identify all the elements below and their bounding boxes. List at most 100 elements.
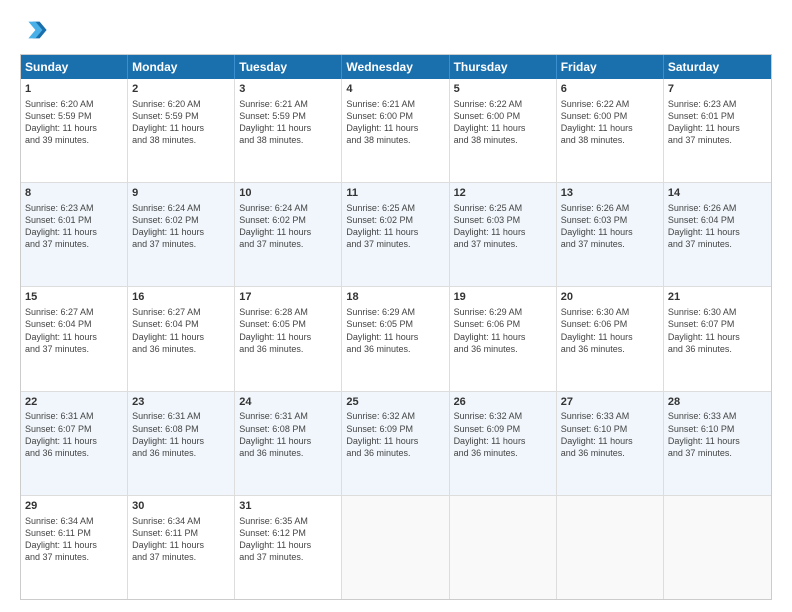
day-number: 26 [454, 395, 552, 410]
calendar-cell: 6Sunrise: 6:22 AM Sunset: 6:00 PM Daylig… [557, 79, 664, 182]
day-number: 6 [561, 82, 659, 97]
calendar-cell: 20Sunrise: 6:30 AM Sunset: 6:06 PM Dayli… [557, 287, 664, 390]
day-number: 4 [346, 82, 444, 97]
calendar-header-cell: Monday [128, 55, 235, 79]
day-info: Sunrise: 6:34 AM Sunset: 6:11 PM Dayligh… [25, 515, 123, 564]
day-number: 21 [668, 290, 767, 305]
calendar-cell [557, 496, 664, 599]
day-info: Sunrise: 6:26 AM Sunset: 6:03 PM Dayligh… [561, 202, 659, 251]
day-info: Sunrise: 6:35 AM Sunset: 6:12 PM Dayligh… [239, 515, 337, 564]
calendar-cell: 10Sunrise: 6:24 AM Sunset: 6:02 PM Dayli… [235, 183, 342, 286]
calendar-cell: 12Sunrise: 6:25 AM Sunset: 6:03 PM Dayli… [450, 183, 557, 286]
calendar-week: 22Sunrise: 6:31 AM Sunset: 6:07 PM Dayli… [21, 392, 771, 496]
calendar-cell: 7Sunrise: 6:23 AM Sunset: 6:01 PM Daylig… [664, 79, 771, 182]
calendar-cell: 19Sunrise: 6:29 AM Sunset: 6:06 PM Dayli… [450, 287, 557, 390]
day-number: 24 [239, 395, 337, 410]
day-info: Sunrise: 6:20 AM Sunset: 5:59 PM Dayligh… [132, 98, 230, 147]
calendar-cell: 11Sunrise: 6:25 AM Sunset: 6:02 PM Dayli… [342, 183, 449, 286]
calendar-header-cell: Sunday [21, 55, 128, 79]
day-number: 1 [25, 82, 123, 97]
calendar-header-cell: Thursday [450, 55, 557, 79]
calendar-cell: 13Sunrise: 6:26 AM Sunset: 6:03 PM Dayli… [557, 183, 664, 286]
day-info: Sunrise: 6:28 AM Sunset: 6:05 PM Dayligh… [239, 306, 337, 355]
day-info: Sunrise: 6:33 AM Sunset: 6:10 PM Dayligh… [668, 410, 767, 459]
day-number: 3 [239, 82, 337, 97]
calendar-cell [342, 496, 449, 599]
day-info: Sunrise: 6:32 AM Sunset: 6:09 PM Dayligh… [346, 410, 444, 459]
calendar-header-cell: Wednesday [342, 55, 449, 79]
day-info: Sunrise: 6:29 AM Sunset: 6:05 PM Dayligh… [346, 306, 444, 355]
calendar-cell: 9Sunrise: 6:24 AM Sunset: 6:02 PM Daylig… [128, 183, 235, 286]
calendar-cell: 28Sunrise: 6:33 AM Sunset: 6:10 PM Dayli… [664, 392, 771, 495]
header [20, 16, 772, 44]
calendar-header-cell: Saturday [664, 55, 771, 79]
day-number: 8 [25, 186, 123, 201]
day-info: Sunrise: 6:26 AM Sunset: 6:04 PM Dayligh… [668, 202, 767, 251]
day-number: 23 [132, 395, 230, 410]
calendar-cell: 26Sunrise: 6:32 AM Sunset: 6:09 PM Dayli… [450, 392, 557, 495]
day-info: Sunrise: 6:31 AM Sunset: 6:07 PM Dayligh… [25, 410, 123, 459]
page: SundayMondayTuesdayWednesdayThursdayFrid… [0, 0, 792, 612]
day-info: Sunrise: 6:24 AM Sunset: 6:02 PM Dayligh… [132, 202, 230, 251]
calendar-cell: 24Sunrise: 6:31 AM Sunset: 6:08 PM Dayli… [235, 392, 342, 495]
day-info: Sunrise: 6:30 AM Sunset: 6:06 PM Dayligh… [561, 306, 659, 355]
calendar-cell: 27Sunrise: 6:33 AM Sunset: 6:10 PM Dayli… [557, 392, 664, 495]
day-number: 30 [132, 499, 230, 514]
calendar-cell: 8Sunrise: 6:23 AM Sunset: 6:01 PM Daylig… [21, 183, 128, 286]
day-info: Sunrise: 6:30 AM Sunset: 6:07 PM Dayligh… [668, 306, 767, 355]
day-info: Sunrise: 6:31 AM Sunset: 6:08 PM Dayligh… [132, 410, 230, 459]
day-info: Sunrise: 6:25 AM Sunset: 6:02 PM Dayligh… [346, 202, 444, 251]
day-number: 9 [132, 186, 230, 201]
calendar-cell: 14Sunrise: 6:26 AM Sunset: 6:04 PM Dayli… [664, 183, 771, 286]
calendar-cell: 18Sunrise: 6:29 AM Sunset: 6:05 PM Dayli… [342, 287, 449, 390]
calendar-cell: 25Sunrise: 6:32 AM Sunset: 6:09 PM Dayli… [342, 392, 449, 495]
day-number: 7 [668, 82, 767, 97]
day-number: 13 [561, 186, 659, 201]
calendar: SundayMondayTuesdayWednesdayThursdayFrid… [20, 54, 772, 600]
calendar-cell: 23Sunrise: 6:31 AM Sunset: 6:08 PM Dayli… [128, 392, 235, 495]
day-info: Sunrise: 6:24 AM Sunset: 6:02 PM Dayligh… [239, 202, 337, 251]
calendar-cell: 3Sunrise: 6:21 AM Sunset: 5:59 PM Daylig… [235, 79, 342, 182]
calendar-header-cell: Tuesday [235, 55, 342, 79]
day-number: 28 [668, 395, 767, 410]
logo-icon [20, 16, 48, 44]
day-info: Sunrise: 6:34 AM Sunset: 6:11 PM Dayligh… [132, 515, 230, 564]
calendar-cell: 4Sunrise: 6:21 AM Sunset: 6:00 PM Daylig… [342, 79, 449, 182]
calendar-cell: 30Sunrise: 6:34 AM Sunset: 6:11 PM Dayli… [128, 496, 235, 599]
calendar-cell: 22Sunrise: 6:31 AM Sunset: 6:07 PM Dayli… [21, 392, 128, 495]
calendar-cell: 2Sunrise: 6:20 AM Sunset: 5:59 PM Daylig… [128, 79, 235, 182]
day-number: 2 [132, 82, 230, 97]
day-number: 11 [346, 186, 444, 201]
calendar-body: 1 Sunrise: 6:20 AM Sunset: 5:59 PM Daylig… [21, 79, 771, 599]
calendar-cell: 15Sunrise: 6:27 AM Sunset: 6:04 PM Dayli… [21, 287, 128, 390]
calendar-week: 29Sunrise: 6:34 AM Sunset: 6:11 PM Dayli… [21, 496, 771, 599]
calendar-week: 8Sunrise: 6:23 AM Sunset: 6:01 PM Daylig… [21, 183, 771, 287]
day-number: 17 [239, 290, 337, 305]
day-info: Sunrise: 6:29 AM Sunset: 6:06 PM Dayligh… [454, 306, 552, 355]
calendar-cell [664, 496, 771, 599]
day-number: 25 [346, 395, 444, 410]
logo [20, 16, 52, 44]
calendar-week: 15Sunrise: 6:27 AM Sunset: 6:04 PM Dayli… [21, 287, 771, 391]
day-number: 22 [25, 395, 123, 410]
day-number: 5 [454, 82, 552, 97]
calendar-cell [450, 496, 557, 599]
day-number: 12 [454, 186, 552, 201]
day-number: 18 [346, 290, 444, 305]
day-info: Sunrise: 6:27 AM Sunset: 6:04 PM Dayligh… [132, 306, 230, 355]
day-number: 20 [561, 290, 659, 305]
calendar-week: 1 Sunrise: 6:20 AM Sunset: 5:59 PM Daylig… [21, 79, 771, 183]
day-number: 29 [25, 499, 123, 514]
day-info: Sunrise: 6:32 AM Sunset: 6:09 PM Dayligh… [454, 410, 552, 459]
day-info: Sunrise: 6:23 AM Sunset: 6:01 PM Dayligh… [25, 202, 123, 251]
calendar-cell: 1Sunrise: 6:20 AM Sunset: 5:59 PM Daylig… [21, 79, 128, 182]
calendar-cell: 5Sunrise: 6:22 AM Sunset: 6:00 PM Daylig… [450, 79, 557, 182]
day-info: Sunrise: 6:21 AM Sunset: 5:59 PM Dayligh… [239, 98, 337, 147]
day-number: 19 [454, 290, 552, 305]
day-number: 10 [239, 186, 337, 201]
day-info: Sunrise: 6:23 AM Sunset: 6:01 PM Dayligh… [668, 98, 767, 147]
calendar-cell: 21Sunrise: 6:30 AM Sunset: 6:07 PM Dayli… [664, 287, 771, 390]
day-number: 27 [561, 395, 659, 410]
calendar-cell: 17Sunrise: 6:28 AM Sunset: 6:05 PM Dayli… [235, 287, 342, 390]
calendar-cell: 16Sunrise: 6:27 AM Sunset: 6:04 PM Dayli… [128, 287, 235, 390]
